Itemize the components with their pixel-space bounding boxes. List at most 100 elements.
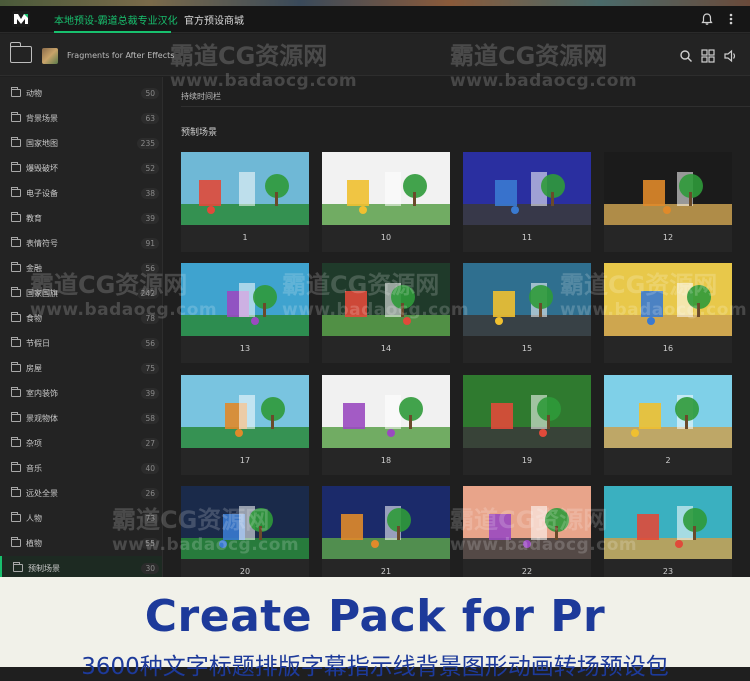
sidebar-item[interactable]: 音乐 40 [0,456,162,481]
promo-banner: Create Pack for Pr 3600种文字标题排版字幕指示线背景图形动… [0,577,750,680]
folder-icon [11,462,21,472]
folder-icon [11,487,21,497]
preset-card[interactable]: 22 [463,486,591,577]
preset-label: 23 [662,567,674,576]
preset-card[interactable]: 13 [181,263,309,363]
preset-card[interactable]: 1 [181,152,309,252]
preset-thumbnail[interactable] [604,263,732,336]
preset-label: 10 [380,233,392,242]
bell-icon[interactable] [700,12,714,26]
sidebar-item-count: 39 [141,388,159,399]
sidebar-item-count: 58 [141,413,159,424]
app-header: 本地预设-霸道总裁专业汉化 官方预设商城 [0,6,750,33]
preset-card[interactable]: 19 [463,375,591,475]
preset-card[interactable]: 12 [604,152,732,252]
sidebar-item[interactable]: 杂项 27 [0,431,162,456]
preset-thumbnail[interactable] [463,486,591,559]
folder-icon [11,112,21,122]
preset-card[interactable]: 15 [463,263,591,363]
preset-card[interactable]: 18 [322,375,450,475]
sidebar-item[interactable]: 爆毁破坏 52 [0,156,162,181]
preset-thumbnail[interactable] [322,486,450,559]
sidebar-item-count: 56 [141,338,159,349]
sidebar-item-count: 30 [141,563,159,574]
sidebar-item[interactable]: 教育 39 [0,206,162,231]
sidebar-item[interactable]: 植物 55 [0,531,162,556]
preset-label: 19 [521,456,533,465]
preset-thumbnail[interactable] [181,152,309,225]
grid-icon[interactable] [701,49,715,63]
sidebar-item[interactable]: 金融 56 [0,256,162,281]
sidebar-item-label: 节假日 [26,339,50,348]
sidebar-item-label: 人物 [26,514,42,523]
sidebar-item[interactable]: 预制场景 30 [0,556,162,577]
preset-thumbnail[interactable] [463,152,591,225]
sidebar-item[interactable]: 远处全景 26 [0,481,162,506]
tab-official-store[interactable]: 官方预设商城 [184,12,244,27]
sidebar-item[interactable]: 表情符号 91 [0,231,162,256]
sidebar-item-label: 背景场景 [26,114,58,123]
sidebar-item[interactable]: 国家国旗 242 [0,281,162,306]
sidebar-item-count: 235 [136,138,159,149]
sidebar-item[interactable]: 室内装饰 39 [0,381,162,406]
preset-card[interactable]: 14 [322,263,450,363]
more-vertical-icon[interactable] [724,12,738,26]
preset-label: 1 [242,233,248,242]
preset-thumbnail[interactable] [604,375,732,448]
sidebar-item[interactable]: 景观物体 58 [0,406,162,431]
tab-local-presets[interactable]: 本地预设-霸道总裁专业汉化 [54,12,178,27]
preset-thumbnail[interactable] [322,263,450,336]
sidebar-item[interactable]: 动物 50 [0,81,162,106]
active-tab-indicator [54,31,171,33]
breadcrumb[interactable]: 持续时间栏 [181,91,221,102]
preset-thumbnail[interactable] [181,263,309,336]
sidebar-item-count: 55 [141,538,159,549]
sidebar-item-count: 50 [141,88,159,99]
search-icon[interactable] [679,49,693,63]
sidebar-item-label: 房屋 [26,364,42,373]
preset-thumbnail[interactable] [604,486,732,559]
sidebar-item[interactable]: 人物 73 [0,506,162,531]
preset-thumbnail[interactable] [322,152,450,225]
preset-label: 18 [380,456,392,465]
sidebar-item[interactable]: 房屋 75 [0,356,162,381]
pack-title: Fragments for After Effects [67,51,175,60]
sidebar-item-count: 242 [136,288,159,299]
banner-title: Create Pack for Pr [144,591,606,642]
preset-card[interactable]: 21 [322,486,450,577]
preset-thumbnail[interactable] [181,486,309,559]
sidebar-item[interactable]: 国家地图 235 [0,131,162,156]
folder-icon [11,512,21,522]
sidebar-item-label: 音乐 [26,464,42,473]
sidebar-item[interactable]: 电子设备 38 [0,181,162,206]
preset-label: 14 [380,344,392,353]
folder-icon [11,162,21,172]
volume-icon[interactable] [723,49,737,63]
preset-card[interactable]: 17 [181,375,309,475]
sidebar-item[interactable]: 食物 78 [0,306,162,331]
folder-icon [11,212,21,222]
preset-thumbnail[interactable] [463,375,591,448]
sidebar-item-count: 75 [141,363,159,374]
preset-thumbnail[interactable] [322,375,450,448]
sidebar-item-label: 金融 [26,264,42,273]
preset-card[interactable]: 10 [322,152,450,252]
preset-thumbnail[interactable] [604,152,732,225]
preset-card[interactable]: 16 [604,263,732,363]
banner-subtitle: 3600种文字标题排版字幕指示线背景图形动画转场预设包 [81,654,669,680]
folder-icon [11,187,21,197]
preset-card[interactable]: 20 [181,486,309,577]
preset-card[interactable]: 2 [604,375,732,475]
folder-icon [11,437,21,447]
sidebar-item-label: 预制场景 [28,564,60,573]
sidebar-item[interactable]: 节假日 56 [0,331,162,356]
preset-card[interactable]: 23 [604,486,732,577]
open-folder-icon[interactable] [9,42,32,63]
preset-label: 20 [239,567,251,576]
sidebar-item[interactable]: 背景场景 63 [0,106,162,131]
preset-thumbnail[interactable] [463,263,591,336]
preset-card[interactable]: 11 [463,152,591,252]
folder-icon [11,337,21,347]
folder-icon [11,387,21,397]
preset-thumbnail[interactable] [181,375,309,448]
